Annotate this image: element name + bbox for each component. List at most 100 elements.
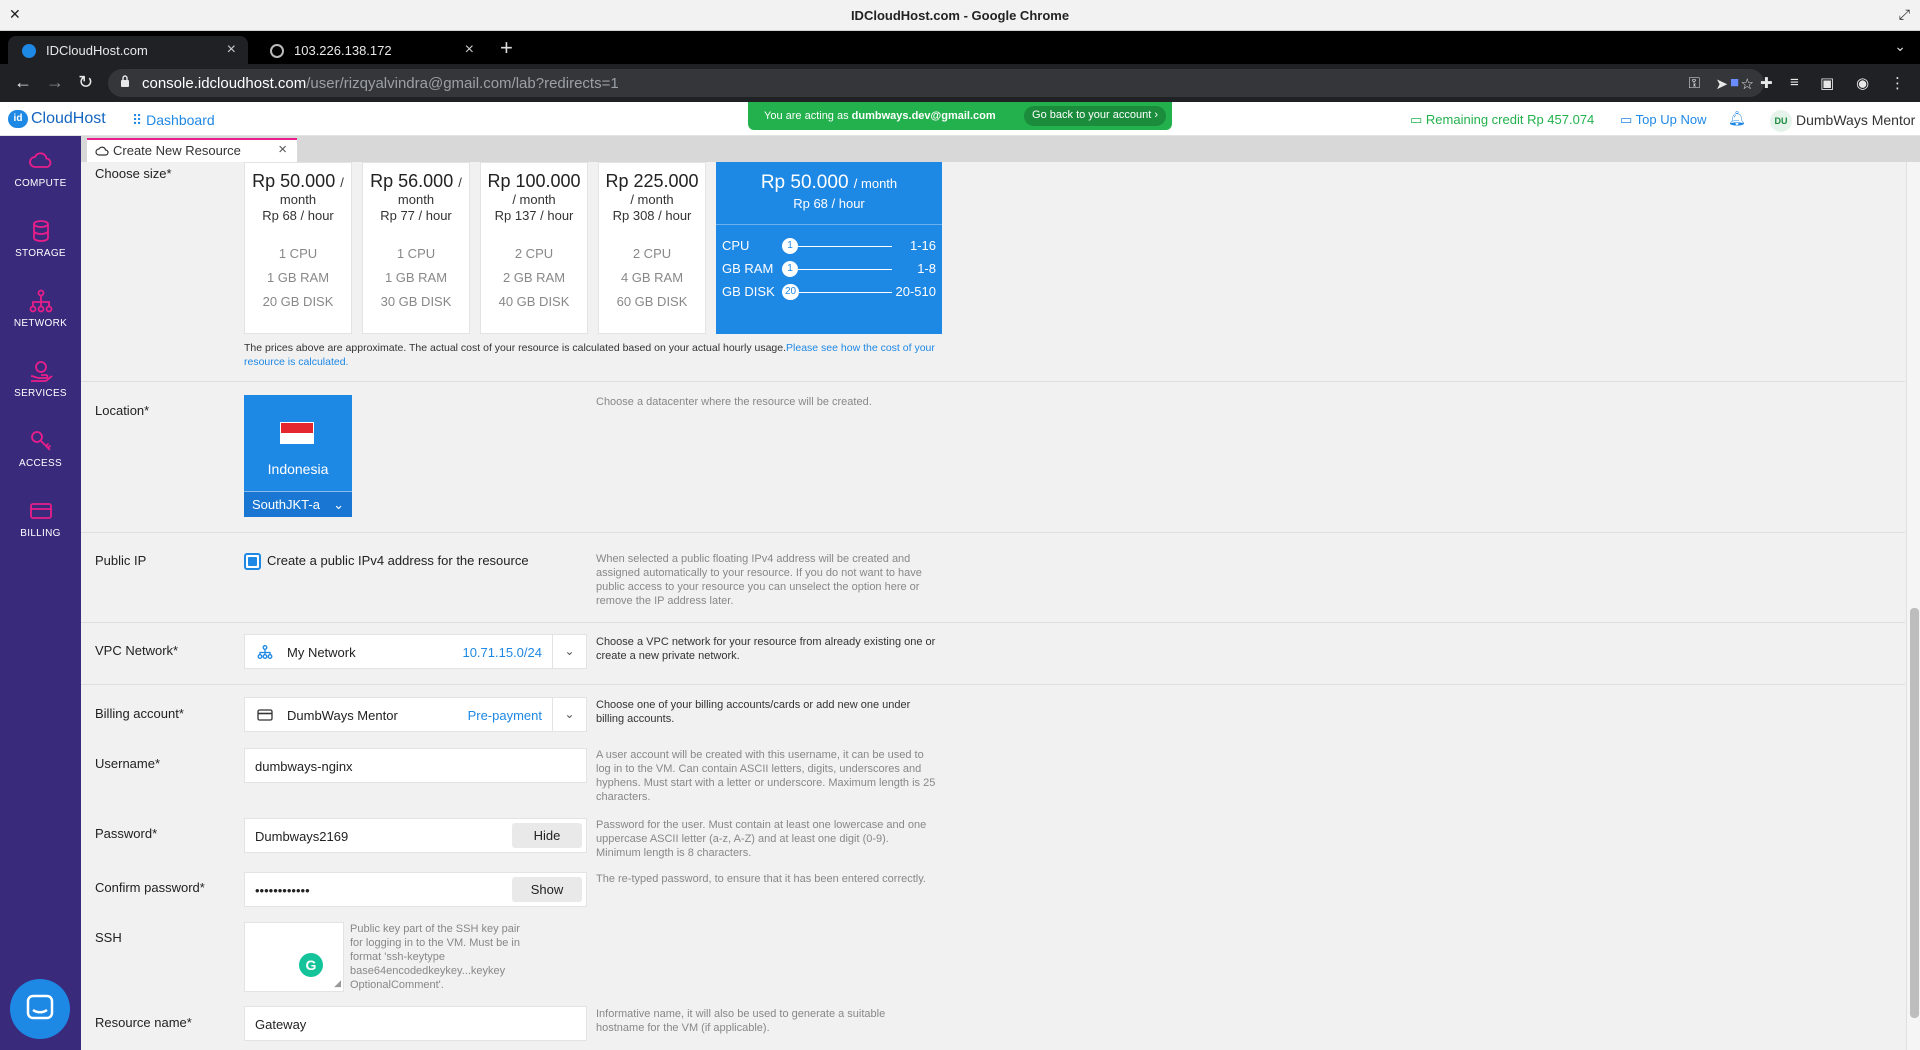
create-resource-form: Choose size* Rp 50.000 / month Rp 68 / h… [81, 162, 1905, 1050]
zone-select[interactable]: SouthJKT-a ⌄ [244, 491, 352, 517]
scrollbar-thumb[interactable] [1910, 608, 1919, 1018]
sidebar-item-access[interactable]: ACCESS [0, 428, 81, 488]
sidebar-item-label: COMPUTE [14, 178, 67, 189]
confirm-password-input[interactable]: •••••••••••• Show [244, 872, 587, 907]
network-icon [257, 645, 273, 659]
browser-tab-idcloudhost[interactable]: IDCloudHost.com × [8, 36, 248, 64]
services-icon [30, 361, 53, 382]
top-up-link[interactable]: ▭ Top Up Now [1620, 112, 1706, 128]
size-per-month: month [279, 192, 317, 207]
custom-size-card[interactable]: Rp 50.000 / month Rp 68 / hour CPU 1 1-1… [716, 162, 942, 334]
slider-range: 1-16 [909, 238, 936, 253]
slider-track[interactable] [782, 246, 892, 247]
chrome-menu-icon[interactable]: ⋮ [1890, 74, 1905, 92]
billing-account-select[interactable]: DumbWays Mentor Pre-payment ⌄ [244, 697, 587, 732]
url-host: console.idcloudhost.com [142, 75, 307, 92]
extensions-puzzle-icon[interactable]: ✚ [1760, 74, 1773, 92]
forward-icon[interactable]: → [46, 72, 64, 93]
tab-create-new-resource[interactable]: Create New Resource × [87, 138, 297, 162]
billing-value: DumbWays Mentor [287, 708, 398, 723]
window-maximize-icon[interactable]: ⤢ [1899, 6, 1910, 23]
go-back-button[interactable]: Go back to your account › [1024, 106, 1166, 126]
close-icon[interactable]: × [278, 141, 287, 158]
resource-name-help: Informative name, it will also be used t… [596, 1008, 886, 1034]
grammarly-icon[interactable]: G [299, 953, 323, 977]
new-tab-icon[interactable]: + [500, 35, 513, 61]
resource-name-input[interactable]: Gateway [244, 1006, 587, 1041]
avatar[interactable]: DU [1770, 110, 1792, 132]
key-icon[interactable]: ⚿ [1689, 75, 1700, 92]
size-per: / [340, 175, 344, 190]
slider-handle[interactable]: 1 [782, 238, 798, 254]
chevron-down-icon[interactable]: ⌄ [552, 635, 586, 668]
public-ip-checkbox[interactable] [244, 553, 261, 570]
bookmark-star-icon[interactable]: ☆ [1741, 75, 1754, 93]
card-icon [257, 709, 273, 721]
address-bar[interactable]: console.idcloudhost.com/user/rizqyalvind… [108, 69, 1764, 97]
zone-value: SouthJKT-a [252, 497, 320, 512]
size-per-month: / month [630, 192, 674, 207]
reading-list-icon[interactable]: ≡ [1790, 74, 1799, 91]
tab-close-icon[interactable]: × [227, 41, 236, 59]
topup-icon: ▭ [1620, 112, 1636, 127]
tab-close-icon[interactable]: × [465, 41, 474, 59]
location-card-indonesia[interactable]: Indonesia SouthJKT-a ⌄ [244, 395, 352, 517]
sidebar-item-billing[interactable]: BILLING [0, 498, 81, 558]
size-ram: 4 GB RAM [620, 270, 684, 285]
side-panel-icon[interactable]: ▣ [1820, 74, 1834, 92]
ssh-key-textarea[interactable]: G ◢ [244, 922, 344, 992]
ram-slider[interactable]: GB RAM 1 1-8 [722, 259, 936, 279]
browser-toolbar: ← → ↻ console.idcloudhost.com/user/rizqy… [0, 64, 1920, 102]
size-ram: 1 GB RAM [266, 270, 330, 285]
size-hourly: Rp 77 / hour [380, 208, 452, 223]
sidebar-item-services[interactable]: SERVICES [0, 358, 81, 418]
vpc-network-select[interactable]: My Network 10.71.15.0/24 ⌄ [244, 634, 587, 669]
grid-icon: ⠿ [132, 112, 147, 128]
notification-bell-icon[interactable]: 🔔︎ [1728, 110, 1746, 127]
slider-handle[interactable]: 20 [782, 284, 800, 300]
size-card[interactable]: Rp 56.000 / month Rp 77 / hour 1 CPU 1 G… [362, 162, 470, 334]
public-ip-checkbox-label[interactable]: Create a public IPv4 address for the res… [267, 553, 529, 568]
idcloudhost-logo[interactable]: id CloudHost [8, 110, 106, 128]
chevron-down-icon[interactable]: ⌄ [552, 698, 586, 731]
dashboard-link[interactable]: ⠿ Dashboard [132, 112, 215, 129]
show-password-button[interactable]: Show [512, 877, 582, 902]
size-card[interactable]: Rp 225.000 / month Rp 308 / hour 2 CPU 4… [598, 162, 706, 334]
extension-shield-icon[interactable]: ■ [1730, 74, 1739, 91]
sidebar-item-label: BILLING [20, 528, 61, 539]
username-input[interactable]: dumbways-nginx [244, 748, 587, 783]
send-icon[interactable]: ➤ [1715, 75, 1728, 93]
resize-handle-icon[interactable]: ◢ [334, 978, 341, 989]
remaining-credit: ▭ Remaining credit Rp 457.074 [1410, 112, 1594, 128]
sidebar-item-storage[interactable]: STORAGE [0, 218, 81, 278]
reload-icon[interactable]: ↻ [78, 72, 93, 93]
main-scrollbar[interactable] [1906, 162, 1920, 1050]
slider-label: GB DISK [722, 284, 775, 299]
user-name[interactable]: DumbWays Mentor [1796, 112, 1915, 128]
slider-handle[interactable]: 1 [782, 261, 798, 277]
chevron-down-icon[interactable]: ⌄ [1894, 38, 1906, 55]
chat-support-button[interactable] [10, 979, 70, 1039]
url-text: console.idcloudhost.com/user/rizqyalvind… [142, 75, 619, 92]
public-ip-label: Public IP [95, 553, 147, 568]
size-card[interactable]: Rp 100.000 / month Rp 137 / hour 2 CPU 2… [480, 162, 588, 334]
size-disk: 40 GB DISK [498, 294, 570, 309]
size-card[interactable]: Rp 50.000 / month Rp 68 / hour 1 CPU 1 G… [244, 162, 352, 334]
vpc-label: VPC Network* [95, 643, 179, 658]
disk-slider[interactable]: GB DISK 20 20-510 [722, 282, 936, 302]
browser-tab-ip[interactable]: 103.226.138.172 × [256, 36, 486, 64]
hide-password-button[interactable]: Hide [512, 823, 582, 848]
size-ram: 2 GB RAM [502, 270, 566, 285]
sidebar: COMPUTE STORAGE NETWORK SERVICES ACCESS … [0, 136, 81, 1050]
acting-as-banner: You are acting as dumbways.dev@gmail.com… [748, 102, 1172, 130]
acting-email: dumbways.dev@gmail.com [851, 110, 996, 122]
password-input[interactable]: Dumbways2169 Hide [244, 818, 587, 853]
sidebar-item-compute[interactable]: COMPUTE [0, 148, 81, 208]
slider-track[interactable] [782, 269, 892, 270]
back-icon[interactable]: ← [14, 72, 32, 93]
cpu-slider[interactable]: CPU 1 1-16 [722, 236, 936, 256]
profile-avatar-icon[interactable]: ◉ [1856, 74, 1869, 92]
billing-help: Choose one of your billing accounts/card… [596, 699, 911, 725]
sidebar-item-network[interactable]: NETWORK [0, 288, 81, 348]
slider-label: GB RAM [722, 261, 774, 276]
